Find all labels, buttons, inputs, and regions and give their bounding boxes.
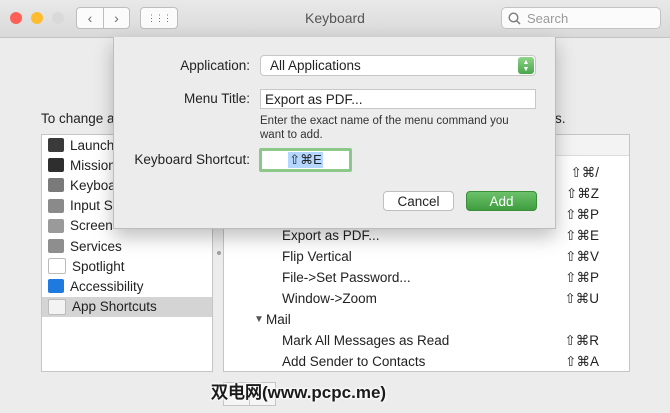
keyboard-icon [48, 178, 64, 193]
menu-title-value: Export as PDF... [265, 91, 363, 107]
shortcut-key: ⇧⌘/ [570, 164, 599, 180]
add-shortcut-sheet: Application: All Applications ▲ ▼ Menu Ti… [113, 37, 556, 229]
shortcut-name: File->Set Password... [282, 270, 411, 285]
application-popup[interactable]: All Applications ▲ ▼ [260, 55, 536, 76]
shortcut-name: Mail [266, 312, 291, 327]
shortcut-key: ⇧⌘R [564, 332, 599, 348]
spotlight-icon [48, 258, 66, 275]
shortcut-key: ⇧⌘A [565, 353, 599, 369]
shortcut-name: Add Sender to Contacts [282, 354, 426, 369]
accessibility-icon [48, 279, 64, 294]
menu-title-hint: Enter the exact name of the menu command… [260, 115, 509, 141]
category-item[interactable]: App Shortcuts [42, 296, 212, 317]
category-label: Input S [70, 198, 113, 214]
search-box[interactable] [501, 7, 661, 29]
mission-control-icon [48, 158, 64, 173]
shortcut-name: Export as PDF... [282, 228, 380, 243]
shortcut-key: ⇧⌘Z [565, 185, 599, 201]
shortcut-row[interactable]: Window->Zoom ⇧⌘U [224, 288, 629, 309]
input-sources-icon [48, 198, 64, 213]
search-input[interactable] [525, 9, 659, 27]
app-shortcuts-icon [48, 298, 66, 315]
description-text-left: To change a [41, 111, 115, 126]
description-text-right: s. [555, 111, 566, 126]
disclosure-triangle-icon[interactable]: ▼ [254, 314, 264, 325]
search-icon [508, 11, 521, 25]
screenshot-icon [48, 218, 64, 233]
category-label: App Shortcuts [72, 299, 157, 315]
shortcut-name: Window->Zoom [282, 291, 377, 306]
gear-icon [48, 239, 64, 254]
add-button[interactable]: Add [466, 191, 537, 211]
category-item[interactable]: Accessibility [42, 276, 212, 296]
category-label: Mission [70, 157, 116, 173]
shortcut-name: Mark All Messages as Read [282, 333, 450, 348]
watermark-text: 双电网(www.pcpc.me) [211, 383, 387, 402]
category-label: Accessibility [70, 278, 144, 294]
title-bar: ‹ › ⋮⋮⋮ Keyboard [0, 0, 670, 38]
category-label: Launch [70, 137, 115, 153]
shortcut-row[interactable]: Flip Vertical ⇧⌘V [224, 246, 629, 267]
shortcut-key: ⇧⌘P [565, 269, 599, 285]
divider-handle [217, 251, 221, 255]
category-item[interactable]: Spotlight [42, 256, 212, 276]
shortcut-group-row[interactable]: ▼ Mail [224, 309, 629, 330]
shortcut-key: ⇧⌘U [564, 290, 599, 306]
shortcut-row[interactable]: Mark All Messages as Read ⇧⌘R [224, 330, 629, 351]
shortcut-key: ⇧⌘E [565, 227, 599, 243]
category-label: Screen [70, 218, 113, 234]
launchpad-icon [48, 138, 64, 153]
category-label: Spotlight [72, 258, 125, 274]
shortcut-row[interactable]: Add Sender to Contacts ⇧⌘A [224, 351, 629, 371]
keyboard-shortcut-field[interactable]: ⇧⌘E [259, 148, 352, 172]
keyboard-shortcut-label: Keyboard Shortcut: [134, 152, 250, 167]
menu-title-field[interactable]: Export as PDF... [260, 89, 536, 109]
popup-arrows-icon: ▲ ▼ [518, 57, 534, 74]
cancel-button[interactable]: Cancel [383, 191, 454, 211]
shortcut-key: ⇧⌘P [565, 206, 599, 222]
category-label: Services [70, 238, 122, 254]
application-label: Application: [180, 58, 250, 73]
menu-title-label: Menu Title: [183, 91, 250, 106]
shortcut-row[interactable]: File->Set Password... ⇧⌘P [224, 267, 629, 288]
shortcut-key: ⇧⌘V [565, 248, 599, 264]
category-label: Keyboa [70, 177, 116, 193]
application-value: All Applications [270, 58, 361, 73]
keyboard-shortcut-value: ⇧⌘E [288, 152, 323, 168]
shortcut-name: Flip Vertical [282, 249, 352, 264]
category-item[interactable]: Services [42, 236, 212, 256]
